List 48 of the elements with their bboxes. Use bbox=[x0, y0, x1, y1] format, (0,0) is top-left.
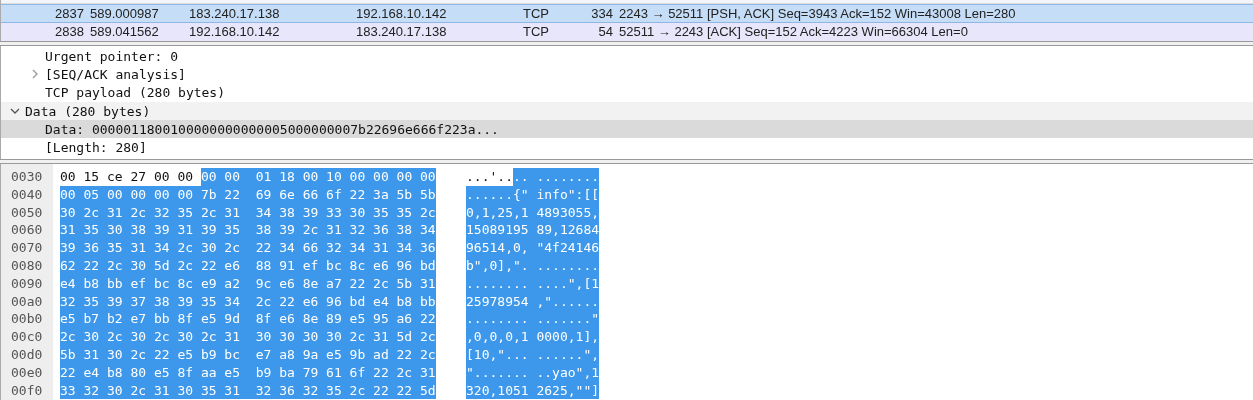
packet-source: 192.168.10.142 bbox=[188, 23, 281, 41]
ascii-text-highlighted: ......{" info":[[ bbox=[466, 185, 600, 204]
byte-offset: 00a0 bbox=[10, 292, 44, 311]
packet-row[interactable]: 2837 589.000987 183.240.17.138 192.168.10.142 TCP 334 2243 → 52511 [PSH, ACK] Seq=3943 Ack=152 Win=43008 Len=280 bbox=[1, 4, 1253, 23]
tree-item[interactable]: [SEQ/ACK analysis] bbox=[45, 66, 186, 82]
byte-offset: 0070 bbox=[10, 239, 44, 257]
packet-no: 2837 bbox=[54, 5, 85, 22]
packet-row[interactable]: 2838 589.041562 192.168.10.142 183.240.17.138 TCP 54 52511 → 2243 [ACK] Seq=152 Ack=4223 Win=66304 Len=0 bbox=[1, 23, 1253, 41]
ascii-text-highlighted: 96514,0, "4f24146 bbox=[466, 239, 600, 257]
byte-offset: 0080 bbox=[10, 257, 44, 275]
packet-info: 2243 → 52511 [PSH, ACK] Seq=3943 Ack=152 Win=43008 Len=280 bbox=[618, 5, 1017, 22]
byte-offset: 0030 bbox=[10, 168, 44, 186]
hex-bytes-highlighted: 00 00 01 18 00 10 00 00 00 00 bbox=[200, 168, 436, 186]
packet-protocol: TCP bbox=[522, 5, 550, 22]
ascii-text-highlighted: 15089195 89,12684 bbox=[466, 221, 600, 240]
byte-offset: 00c0 bbox=[10, 328, 44, 346]
packet-destination: 192.168.10.142 bbox=[355, 5, 448, 22]
hex-bytes-highlighted: 31 35 30 38 39 31 39 35 38 39 2c 31 32 36 38 34 bbox=[60, 221, 436, 240]
ascii-text-highlighted: ........ ......." bbox=[466, 310, 600, 329]
packet-info: 52511 → 2243 [ACK] Seq=152 Ack=4223 Win=66304 Len=0 bbox=[618, 23, 969, 41]
packet-source: 183.240.17.138 bbox=[188, 5, 281, 22]
byte-offset: 0050 bbox=[10, 203, 44, 222]
hex-bytes-highlighted: e5 b7 b2 e7 bb 8f e5 9d 8f e6 8e 89 e5 95 a6 22 bbox=[60, 310, 436, 329]
packet-length: 334 bbox=[590, 5, 613, 22]
byte-offset: 0040 bbox=[10, 185, 44, 204]
byte-offset: 00f0 bbox=[10, 381, 44, 400]
hex-bytes: 00 15 ce 27 00 00 bbox=[60, 168, 195, 186]
byte-offset: 0060 bbox=[10, 221, 44, 240]
hex-bytes-highlighted: 2c 30 2c 30 2c 30 2c 31 30 30 30 30 2c 31 5d 2c bbox=[60, 328, 436, 346]
packet-time: 589.000987 bbox=[89, 5, 160, 22]
tree-item[interactable]: Data (280 bytes) bbox=[25, 103, 151, 119]
tree-item[interactable]: Urgent pointer: 0 bbox=[45, 48, 179, 64]
ascii-text-highlighted: ,0,0,0,1 0000,1], bbox=[466, 328, 600, 346]
byte-offset: 00b0 bbox=[10, 310, 44, 329]
packet-destination: 183.240.17.138 bbox=[355, 23, 448, 41]
tree-item[interactable]: [Length: 280] bbox=[45, 140, 147, 156]
ascii-text: ...'.. bbox=[466, 168, 513, 186]
packet-protocol: TCP bbox=[522, 23, 550, 41]
hex-bytes-highlighted: 00 05 00 00 00 00 7b 22 69 6e 66 6f 22 3a 5b 5b bbox=[60, 185, 436, 204]
ascii-text-highlighted: .. ........ bbox=[512, 168, 600, 186]
tree-item[interactable]: TCP payload (280 bytes) bbox=[45, 85, 225, 101]
hex-bytes-highlighted: 39 36 35 31 34 2c 30 2c 22 34 66 32 34 31 34 36 bbox=[60, 239, 436, 257]
byte-offset: 0090 bbox=[10, 274, 44, 293]
byte-offset: 00e0 bbox=[10, 363, 44, 382]
byte-offset: 00d0 bbox=[10, 345, 44, 364]
packet-time: 589.041562 bbox=[89, 23, 160, 41]
packet-no: 2838 bbox=[54, 23, 85, 41]
packet-length: 54 bbox=[597, 23, 613, 41]
